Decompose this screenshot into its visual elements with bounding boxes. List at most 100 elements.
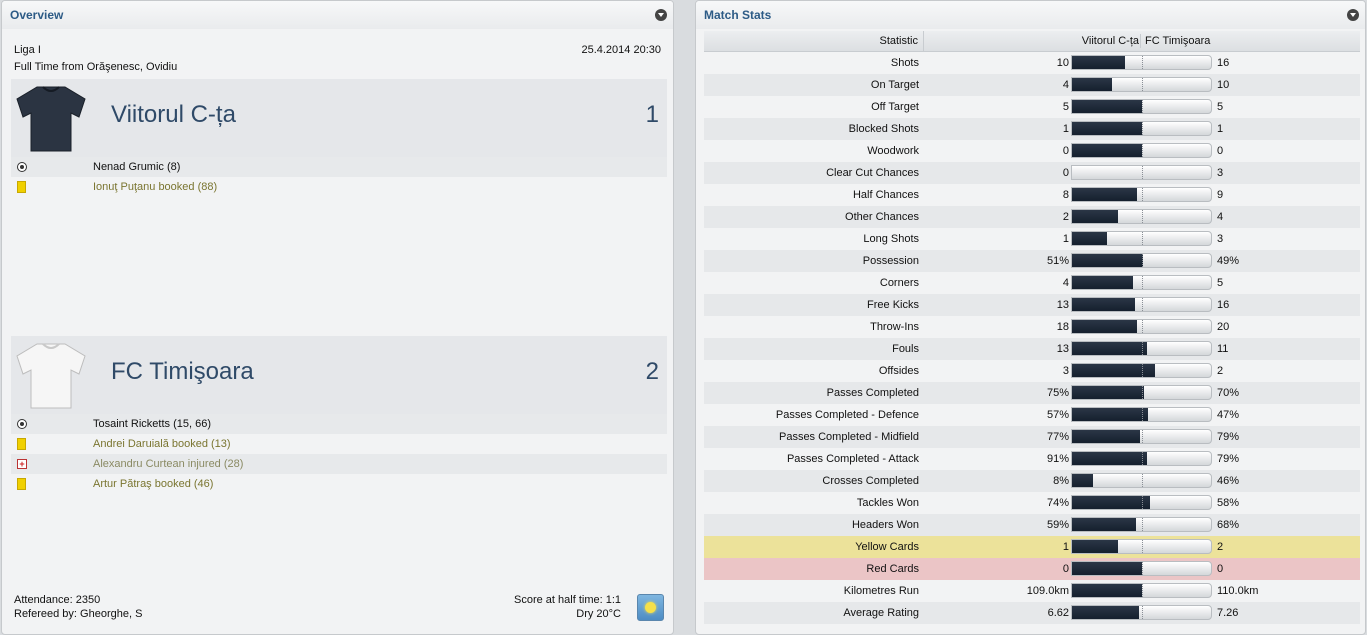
stat-comparison-bar xyxy=(1071,385,1212,400)
stat-home-value: 51% xyxy=(1046,255,1069,267)
bar-midline xyxy=(1142,408,1143,421)
bar-midline xyxy=(1142,144,1143,157)
panel-menu-icon[interactable] xyxy=(655,9,667,21)
stat-away-value: 110.0km xyxy=(1217,585,1259,597)
bar-midline xyxy=(1142,166,1143,179)
stat-home-value: 10 xyxy=(1056,57,1069,69)
bar-midline xyxy=(1142,122,1143,135)
stat-label: Off Target xyxy=(871,101,919,113)
bar-midline xyxy=(1142,78,1143,91)
stat-comparison-bar xyxy=(1071,209,1212,224)
stat-home-value: 6.62 xyxy=(1047,607,1069,619)
stat-row: Average Rating 6.62 7.26 xyxy=(704,602,1360,624)
stat-label: Red Cards xyxy=(866,563,919,575)
stat-away-value: 5 xyxy=(1217,277,1224,289)
stat-comparison-bar xyxy=(1071,165,1212,180)
stat-row: Kilometres Run 109.0km 110.0km xyxy=(704,580,1360,602)
stat-label: Shots xyxy=(890,57,919,69)
stat-comparison-bar xyxy=(1071,495,1212,510)
bar-midline xyxy=(1142,210,1143,223)
stat-comparison-bar xyxy=(1071,407,1212,422)
stat-home-value: 8% xyxy=(1053,475,1069,487)
stat-label: Passes Completed - Midfield xyxy=(778,431,919,443)
stat-label: Headers Won xyxy=(851,519,919,531)
away-team-name[interactable]: FC Timişoara xyxy=(111,358,254,386)
stat-row: Tackles Won 74% 58% xyxy=(704,492,1360,514)
stat-away-value: 10 xyxy=(1217,79,1230,91)
stat-home-value: 75% xyxy=(1046,387,1069,399)
sun-icon xyxy=(637,594,664,621)
stat-row: Passes Completed - Attack 91% 79% xyxy=(704,448,1360,470)
stat-label: Passes Completed - Attack xyxy=(786,453,919,465)
stat-home-bar-fill xyxy=(1072,78,1112,91)
stat-comparison-bar xyxy=(1071,231,1212,246)
stat-away-value: 4 xyxy=(1217,211,1224,223)
home-team-name[interactable]: Viitorul C-ța xyxy=(111,101,236,129)
stat-home-bar-fill xyxy=(1072,320,1137,333)
match-status: Full Time from Orăşenesc, Ovidiu xyxy=(14,61,178,73)
home-event-text[interactable]: Ionuţ Puţanu booked (88) xyxy=(93,181,217,193)
stat-row: Red Cards 0 0 xyxy=(704,558,1360,580)
stat-home-value: 59% xyxy=(1046,519,1069,531)
stat-comparison-bar xyxy=(1071,253,1212,268)
away-event-text[interactable]: Tosaint Ricketts (15, 66) xyxy=(93,418,211,430)
referee-label[interactable]: Refereed by: Gheorghe, S xyxy=(14,608,142,620)
stat-row: Possession 51% 49% xyxy=(704,250,1360,272)
stat-row: Corners 4 5 xyxy=(704,272,1360,294)
yellow-card-icon xyxy=(17,478,26,492)
stat-comparison-bar xyxy=(1071,77,1212,92)
attendance-label: Attendance: 2350 xyxy=(14,594,101,606)
bar-midline xyxy=(1142,430,1143,443)
match-stats-title: Match Stats xyxy=(704,8,772,22)
stat-label: Woodwork xyxy=(867,145,919,157)
stat-away-value: 49% xyxy=(1217,255,1240,267)
stat-away-value: 5 xyxy=(1217,101,1224,113)
stat-home-value: 13 xyxy=(1056,343,1069,355)
statistic-column-header[interactable]: Statistic xyxy=(879,35,918,47)
stat-home-value: 5 xyxy=(1062,101,1069,113)
stat-comparison-bar xyxy=(1071,583,1212,598)
match-stats-panel: Match Stats Statistic Viitorul C-ța FC T… xyxy=(695,0,1366,635)
stat-home-bar-fill xyxy=(1072,518,1136,531)
stat-label: Corners xyxy=(879,277,919,289)
away-event-text[interactable]: Alexandru Curtean injured (28) xyxy=(93,458,243,470)
home-column-header[interactable]: Viitorul C-ța xyxy=(1082,35,1139,47)
stat-home-value: 109.0km xyxy=(1026,585,1069,597)
stat-home-bar-fill xyxy=(1072,122,1142,135)
panel-menu-icon[interactable] xyxy=(1347,9,1359,21)
stat-home-value: 74% xyxy=(1046,497,1069,509)
stat-comparison-bar xyxy=(1071,363,1212,378)
stat-home-bar-fill xyxy=(1072,540,1118,553)
stat-row: Off Target 5 5 xyxy=(704,96,1360,118)
stat-away-value: 0 xyxy=(1217,145,1224,157)
bar-midline xyxy=(1142,540,1143,553)
column-divider xyxy=(923,31,924,51)
stat-home-bar-fill xyxy=(1072,276,1133,289)
match-datetime: 25.4.2014 20:30 xyxy=(581,44,661,56)
bar-midline xyxy=(1142,606,1143,619)
away-event-row: Tosaint Ricketts (15, 66) xyxy=(11,414,667,434)
away-event-text[interactable]: Artur Pătraş booked (46) xyxy=(93,478,213,490)
stat-away-value: 79% xyxy=(1217,453,1240,465)
yellow-card-icon xyxy=(17,438,26,452)
stat-away-value: 1 xyxy=(1217,123,1224,135)
away-column-header[interactable]: FC Timişoara xyxy=(1145,35,1210,47)
ball-icon xyxy=(17,162,27,173)
stat-away-value: 70% xyxy=(1217,387,1240,399)
stats-table-header: Statistic Viitorul C-ța FC Timişoara xyxy=(704,31,1360,52)
stat-row: Shots 10 16 xyxy=(704,52,1360,74)
stat-home-value: 0 xyxy=(1062,167,1069,179)
stat-row: Blocked Shots 1 1 xyxy=(704,118,1360,140)
away-event-text[interactable]: Andrei Daruială booked (13) xyxy=(93,438,231,450)
bar-midline xyxy=(1142,56,1143,69)
stat-home-bar-fill xyxy=(1072,606,1139,619)
stat-home-value: 77% xyxy=(1046,431,1069,443)
home-event-text[interactable]: Nenad Grumic (8) xyxy=(93,161,180,173)
stat-away-value: 16 xyxy=(1217,57,1230,69)
stat-label: Free Kicks xyxy=(867,299,919,311)
stat-row: Throw-Ins 18 20 xyxy=(704,316,1360,338)
stat-row: Woodwork 0 0 xyxy=(704,140,1360,162)
stat-label: Long Shots xyxy=(863,233,919,245)
bar-midline xyxy=(1142,518,1143,531)
stat-label: Tackles Won xyxy=(856,497,919,509)
